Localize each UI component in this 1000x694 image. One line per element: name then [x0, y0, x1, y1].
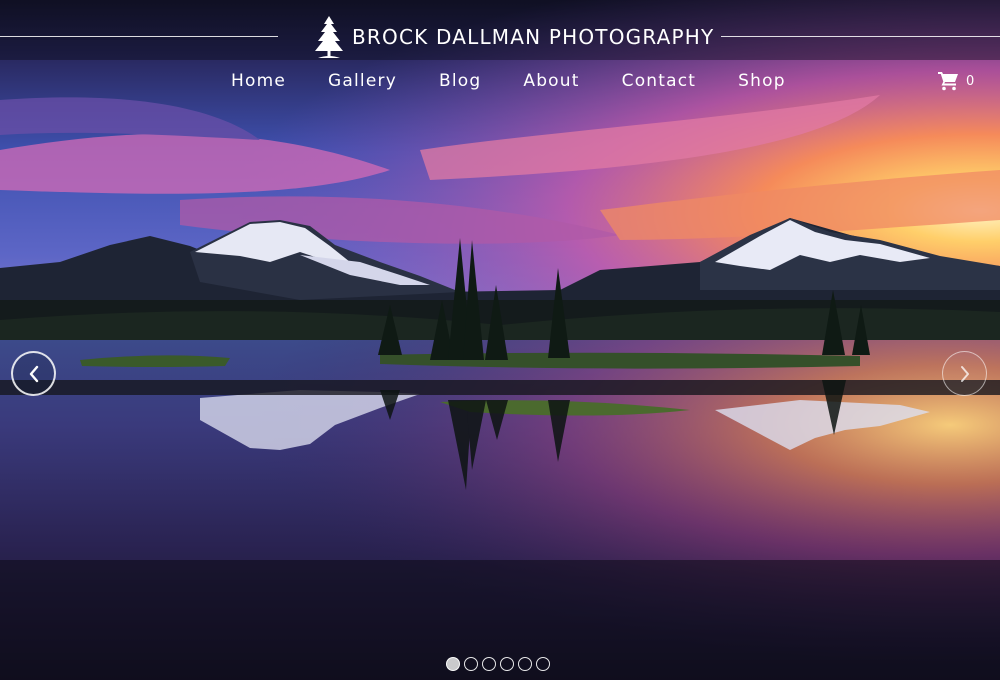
brand-link[interactable]: BROCK DALLMAN PHOTOGRAPHY: [312, 13, 714, 61]
slider-dot[interactable]: [446, 657, 460, 671]
cart-button[interactable]: 0: [938, 70, 974, 92]
slider-dot[interactable]: [536, 657, 550, 671]
pine-tree-icon: [315, 16, 343, 58]
site-header: BROCK DALLMAN PHOTOGRAPHY Home Gallery B…: [0, 0, 1000, 110]
nav-item-contact[interactable]: Contact: [609, 67, 710, 95]
nav-item-home[interactable]: Home: [218, 67, 299, 95]
slider-dot[interactable]: [464, 657, 478, 671]
header-divider-left: [0, 36, 278, 37]
slider-dot[interactable]: [518, 657, 532, 671]
chevron-left-icon: [29, 365, 38, 382]
nav-item-gallery[interactable]: Gallery: [315, 67, 410, 95]
slider-dot[interactable]: [482, 657, 496, 671]
nav-item-shop[interactable]: Shop: [725, 67, 799, 95]
slider-pagination: [446, 657, 550, 672]
cart-count: 0: [966, 73, 975, 89]
nav-item-blog[interactable]: Blog: [426, 67, 494, 95]
main-nav: Home Gallery Blog About Contact Shop: [218, 67, 799, 95]
slider-next-button[interactable]: [942, 351, 987, 396]
slider-dot[interactable]: [500, 657, 514, 671]
slider-prev-button[interactable]: [11, 351, 56, 396]
shopping-cart-icon: [938, 72, 958, 91]
header-divider-right: [721, 36, 1000, 37]
brand-name: BROCK DALLMAN PHOTOGRAPHY: [352, 25, 715, 49]
chevron-right-icon: [960, 365, 969, 382]
nav-item-about[interactable]: About: [510, 67, 592, 95]
page-bottom-edge: [0, 680, 1000, 694]
